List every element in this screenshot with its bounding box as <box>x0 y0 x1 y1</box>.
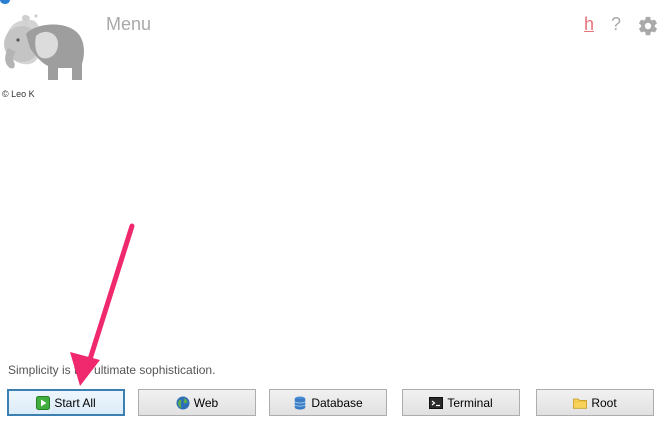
tagline-text: Simplicity is the ultimate sophisticatio… <box>8 363 216 377</box>
play-icon <box>36 395 51 410</box>
copyright-text: © Leo K <box>2 89 35 99</box>
help-question-button[interactable]: ? <box>611 14 621 35</box>
database-icon <box>294 395 306 410</box>
terminal-icon <box>429 396 444 409</box>
root-label: Root <box>591 395 617 410</box>
app-icon <box>0 0 10 4</box>
web-button[interactable]: Web <box>138 389 256 416</box>
menu-title: Menu <box>106 14 152 34</box>
folder-icon <box>573 398 588 409</box>
button-bar: Start All Web Database Terminal Root <box>0 389 662 417</box>
database-label: Database <box>311 395 363 410</box>
start-all-button[interactable]: Start All <box>7 389 125 416</box>
app-window: © Leo K Menu h ? Simplicity is the ultim… <box>0 0 662 428</box>
elephant-logo-icon <box>4 14 84 80</box>
start-all-label: Start All <box>54 395 96 410</box>
help-h-link[interactable]: h <box>584 14 594 35</box>
terminal-button[interactable]: Terminal <box>402 389 520 416</box>
globe-icon <box>176 396 190 409</box>
terminal-label: Terminal <box>447 395 493 410</box>
database-button[interactable]: Database <box>269 389 387 416</box>
title-bar-remnant <box>0 0 662 4</box>
web-label: Web <box>193 395 219 410</box>
root-button[interactable]: Root <box>536 389 654 416</box>
gear-icon[interactable] <box>637 15 659 37</box>
